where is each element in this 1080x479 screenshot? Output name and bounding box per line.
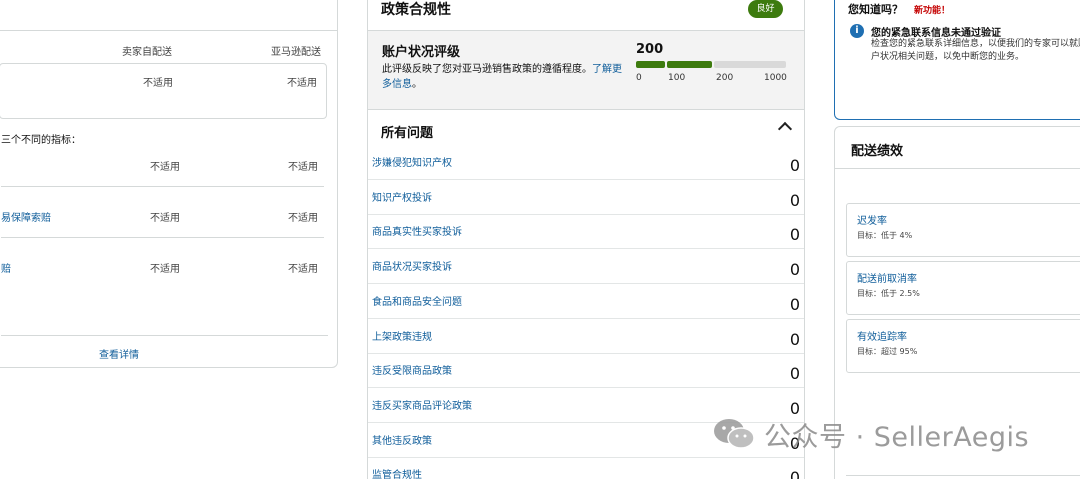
issue-label-link[interactable]: 商品状况买家投诉 (372, 258, 452, 273)
issue-row[interactable]: 商品状况买家投诉 0 (368, 249, 804, 285)
issue-count: 0 (789, 294, 800, 314)
issue-count: 0 (789, 468, 800, 479)
column-header-seller-fulfilled: 卖家自配送 (122, 47, 172, 58)
issue-count: 0 (789, 225, 800, 245)
watermark-text: 公众号 · SellerAegis (764, 421, 1030, 453)
divider (846, 475, 1080, 476)
chevron-up-icon[interactable] (777, 121, 793, 137)
rating-bar-segment-filled (636, 61, 665, 68)
metrics-note: 三个不同的指标： (1, 135, 81, 146)
info-icon: i (850, 24, 864, 38)
rating-bar-segment-filled (667, 61, 712, 68)
divider (1, 186, 324, 187)
issue-label-link[interactable]: 上架政策违规 (372, 328, 432, 343)
row-2-label-link[interactable]: 易保障索赔 (1, 209, 51, 224)
wechat-icon (714, 419, 755, 449)
metric-box: 不适用 不适用 (0, 63, 327, 119)
rating-bar-segment-empty (714, 61, 786, 68)
issue-row[interactable]: 商品真实性买家投诉 0 (368, 214, 804, 250)
panel-title: 政策合规性 (381, 2, 451, 18)
row-1-amazon-value: 不适用 (288, 162, 318, 173)
rating-description: 此评级反映了您对亚马逊销售政策的遵循程度。了解更多信息。 (382, 62, 622, 92)
issue-row[interactable]: 食品和商品安全问题 0 (368, 284, 804, 319)
did-you-know-heading: 您知道吗？ (848, 3, 903, 16)
issue-label-link[interactable]: 商品真实性买家投诉 (372, 223, 462, 238)
issue-label-link[interactable]: 监管合规性 (372, 466, 422, 479)
issue-label-link[interactable]: 食品和商品安全问题 (372, 293, 462, 308)
divider (1, 335, 328, 336)
scale-tick: 1000 (764, 73, 787, 83)
row-3-amazon-value: 不适用 (288, 264, 318, 275)
account-metrics-panel: 卖家自配送 亚马逊配送 不适用 不适用 三个不同的指标： 不适用 不适用 易保障… (0, 0, 338, 368)
issue-label-link[interactable]: 涉嫌侵犯知识产权 (372, 154, 452, 169)
did-you-know-panel: 您知道吗？ 新功能！ i 您的紧急联系信息未通过验证 检查您的紧急联系详细信息，… (834, 0, 1080, 120)
watermark: 公众号 · SellerAegis (712, 416, 1030, 453)
issue-row[interactable]: 上架政策违规 0 (368, 319, 804, 354)
scale-tick: 200 (716, 73, 734, 83)
metric-target: 目标：低于 4% (857, 231, 913, 240)
issue-row[interactable]: 监管合规性 0 (368, 457, 804, 479)
issue-label-link[interactable]: 违反买家商品评论政策 (372, 397, 472, 412)
metric-target: 目标：低于 2.5% (857, 289, 920, 298)
metric-target: 目标：超过 95% (857, 347, 918, 356)
all-issues-heading: 所有问题 (381, 126, 434, 141)
view-details-link[interactable]: 查看详情 (99, 346, 139, 361)
rating-title: 账户状况评级 (382, 45, 461, 60)
new-feature-label: 新功能！ (914, 6, 951, 16)
alert-body: 检查您的紧急联系详细信息，以便我们的专家可以就账户状况相关问题，以免中断您的业务… (871, 39, 1080, 62)
issue-count: 0 (789, 260, 800, 280)
scale-tick: 0 (636, 73, 642, 83)
alert-title: 您的紧急联系信息未通过验证 (871, 28, 1001, 39)
seller-value: 不适用 (143, 78, 173, 89)
scale-tick: 100 (668, 73, 686, 83)
row-2-amazon-value: 不适用 (288, 213, 318, 224)
row-2-seller-value: 不适用 (150, 213, 180, 224)
panel-title: 配送绩效 (851, 144, 904, 159)
divider (835, 168, 1080, 169)
metric-name-link[interactable]: 有效追踪率 (857, 328, 907, 343)
issue-row[interactable]: 知识产权投诉 0 (368, 180, 804, 215)
policy-compliance-panel: 政策合规性 良好 账户状况评级 此评级反映了您对亚马逊销售政策的遵循程度。了解更… (367, 0, 805, 479)
metric-valid-tracking[interactable]: 有效追踪率 目标：超过 95% (846, 319, 1080, 373)
metric-cancel-rate[interactable]: 配送前取消率 目标：低于 2.5% (846, 261, 1080, 315)
issue-count: 0 (789, 190, 800, 210)
divider (0, 30, 337, 31)
issue-label-link[interactable]: 知识产权投诉 (372, 189, 432, 204)
metric-name-link[interactable]: 迟发率 (857, 212, 887, 227)
metric-late-shipment[interactable]: 迟发率 目标：低于 4% (846, 203, 1080, 257)
row-3-seller-value: 不适用 (150, 264, 180, 275)
column-header-amazon-fulfilled: 亚马逊配送 (271, 47, 321, 58)
issue-row[interactable]: 涉嫌侵犯知识产权 0 (368, 145, 804, 180)
metric-name-link[interactable]: 配送前取消率 (857, 270, 917, 285)
rating-score: 200 (636, 42, 664, 57)
issue-count: 0 (789, 329, 800, 349)
divider (1, 237, 324, 238)
issue-label-link[interactable]: 其他违反政策 (372, 432, 432, 447)
rating-description-text: 此评级反映了您对亚马逊销售政策的遵循程度。 (382, 64, 592, 75)
row-1-seller-value: 不适用 (150, 162, 180, 173)
issue-row[interactable]: 违反受限商品政策 0 (368, 353, 804, 389)
period: 。 (412, 79, 422, 90)
issue-count: 0 (789, 364, 800, 384)
amazon-value: 不适用 (287, 78, 317, 89)
issue-count: 0 (789, 156, 800, 175)
status-badge: 良好 (748, 0, 783, 18)
row-3-label-link[interactable]: 赔 (1, 260, 11, 275)
issue-label-link[interactable]: 违反受限商品政策 (372, 362, 452, 377)
account-health-rating: 账户状况评级 此评级反映了您对亚马逊销售政策的遵循程度。了解更多信息。 200 … (368, 30, 804, 110)
